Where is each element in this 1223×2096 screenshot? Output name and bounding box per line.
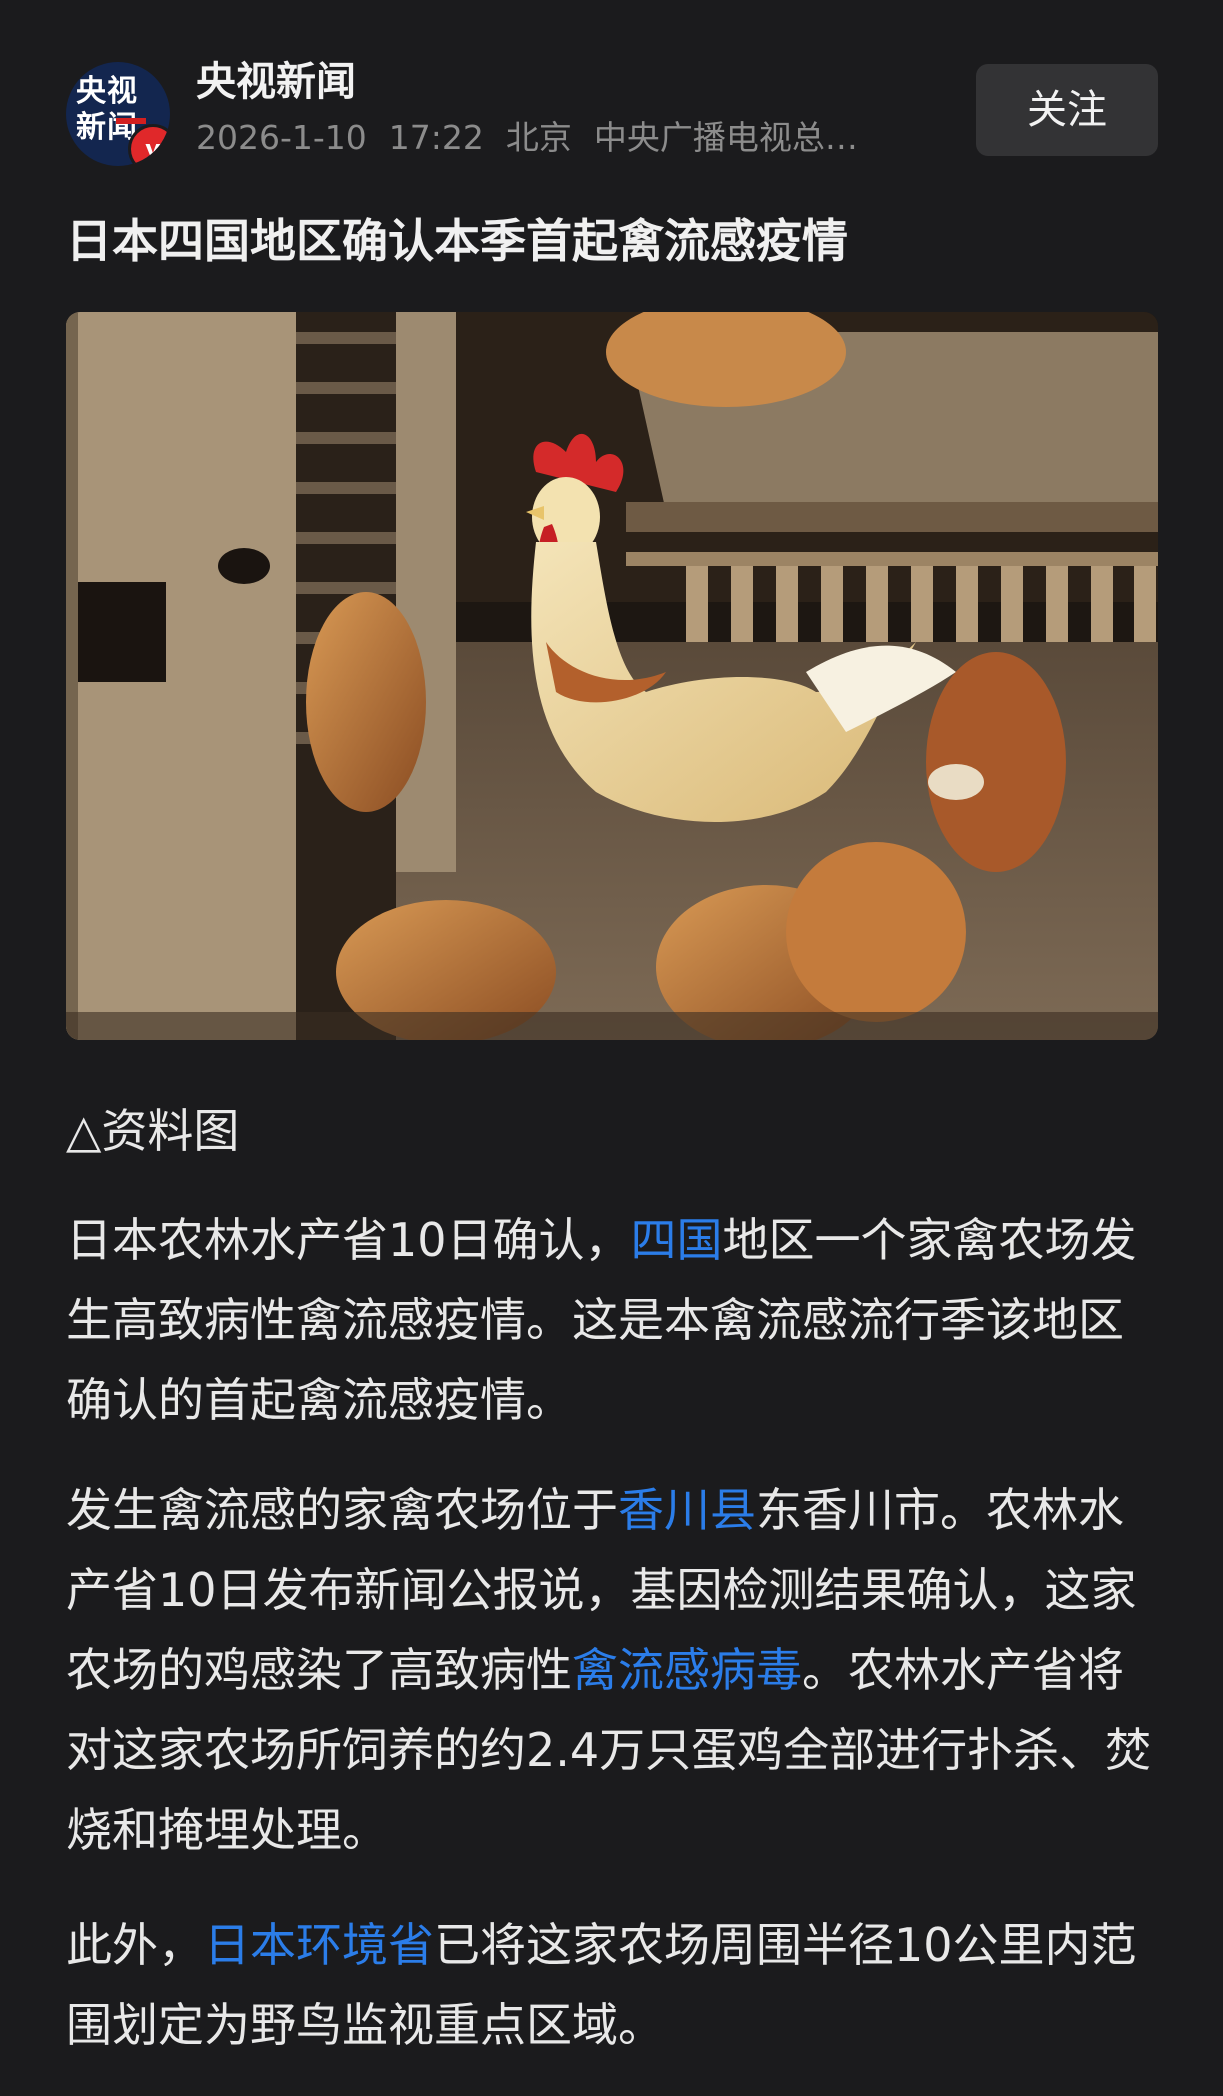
- publisher-name: 中央广播电视总…: [593, 118, 858, 157]
- publish-meta: 2026-1-10 17:22 北京 中央广播电视总…: [196, 116, 996, 160]
- article-photo[interactable]: [66, 312, 1158, 1040]
- avatar[interactable]: 央视新闻 v: [66, 62, 170, 166]
- entity-link-environment-ministry[interactable]: 日本环境省: [204, 1918, 434, 1972]
- entity-link-shikoku[interactable]: 四国: [631, 1213, 723, 1267]
- source-name[interactable]: 央视新闻: [196, 58, 356, 106]
- article-paragraph: 此外，日本环境省已将这家农场周围半径10公里内范围划定为野鸟监视重点区域。: [66, 1905, 1158, 2065]
- image-caption: △资料图: [66, 1104, 240, 1158]
- entity-link-kagawa[interactable]: 香川县: [618, 1483, 756, 1537]
- logo-accent: [116, 118, 146, 124]
- paragraph-text: 日本农林水产省10日确认，: [66, 1213, 631, 1267]
- article-header: 央视新闻 v 央视新闻 2026-1-10 17:22 北京 中央广播电视总… 关注: [66, 58, 1158, 166]
- paragraph-text: 发生禽流感的家禽农场位于: [66, 1483, 618, 1537]
- follow-button[interactable]: 关注: [976, 64, 1158, 156]
- entity-link-avian-flu-virus[interactable]: 禽流感病毒: [572, 1643, 802, 1697]
- paragraph-text: 此外，: [66, 1918, 204, 1972]
- publish-location: 北京: [505, 118, 572, 157]
- publish-time: 17:22: [388, 118, 484, 157]
- publish-date: 2026-1-10: [196, 118, 367, 157]
- chicken-farm-photo: [66, 312, 1158, 1040]
- article-paragraph: 日本农林水产省10日确认，四国地区一个家禽农场发生高致病性禽流感疫情。这是本禽流…: [66, 1200, 1158, 1440]
- article-title: 日本四国地区确认本季首起禽流感疫情: [66, 214, 848, 268]
- article-paragraph: 发生禽流感的家禽农场位于香川县东香川市。农林水产省10日发布新闻公报说，基因检测…: [66, 1470, 1158, 1870]
